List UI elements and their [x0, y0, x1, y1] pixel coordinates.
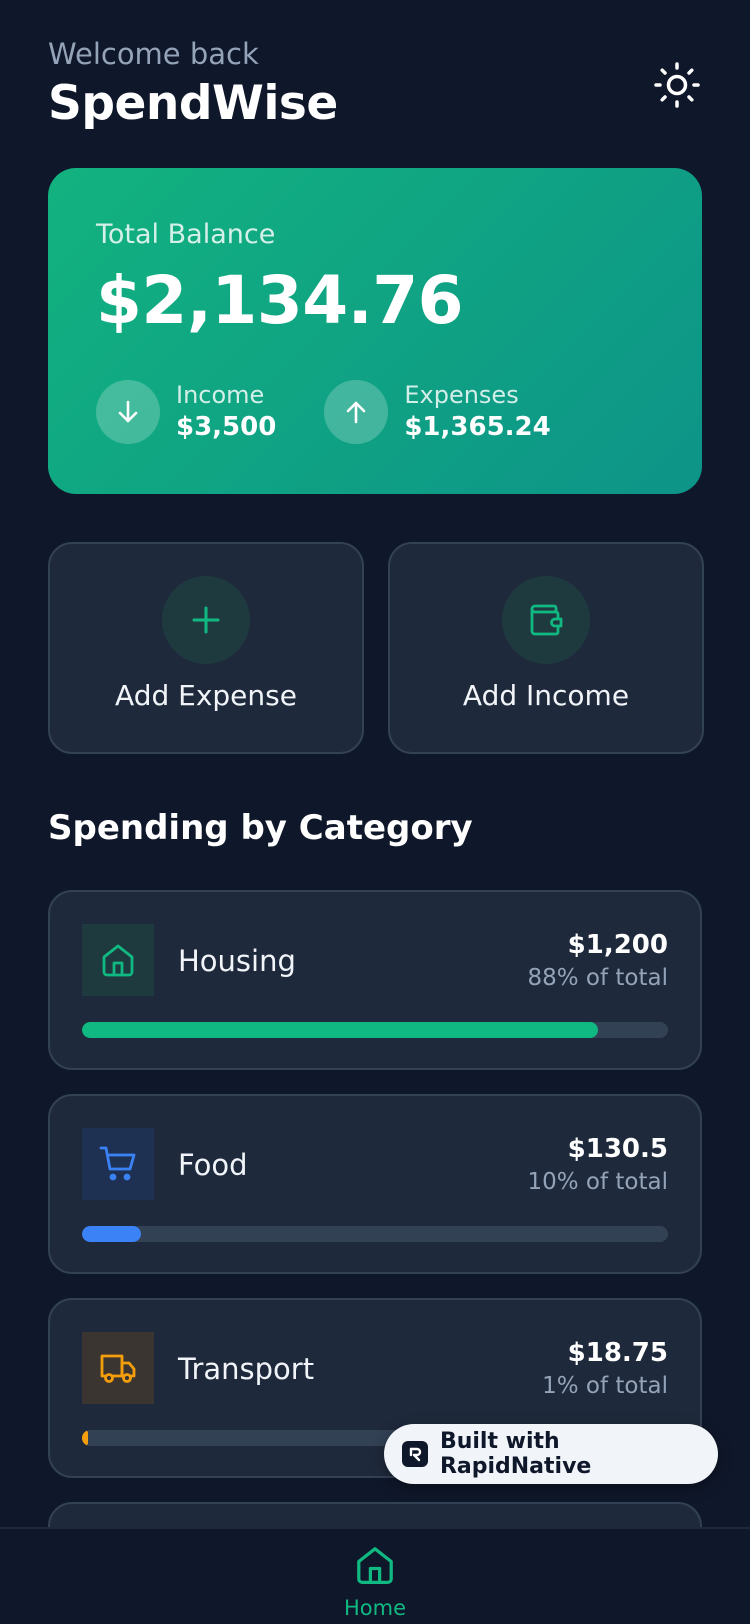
category-name: Transport: [178, 1352, 315, 1386]
category-icon-box: [82, 1332, 154, 1404]
category-progress-fill: [82, 1226, 141, 1242]
truck-icon: [100, 1354, 136, 1383]
tab-home[interactable]: Home: [325, 1543, 425, 1621]
home-icon: [357, 1547, 393, 1584]
spending-section-title: Spending by Category: [48, 808, 473, 848]
category-card-food[interactable]: Food $130.5 10% of total: [48, 1094, 702, 1274]
category-progress-fill: [82, 1430, 88, 1446]
category-icon-box: [82, 1128, 154, 1200]
expenses-label: Expenses: [404, 381, 519, 409]
add-income-button[interactable]: Add Income: [388, 542, 704, 754]
app-title: SpendWise: [48, 76, 338, 131]
add-expense-label: Add Expense: [115, 679, 297, 712]
balance-stats-row: Income $3,500 Expenses $1,365.24: [96, 380, 599, 444]
category-percent: 10% of total: [527, 1169, 668, 1195]
category-progress-track: [82, 1022, 668, 1038]
income-icon-circle: [96, 380, 160, 444]
plus-icon: [192, 606, 220, 634]
category-percent: 1% of total: [542, 1373, 668, 1399]
arrow-down-icon: [118, 400, 138, 423]
add-expense-button[interactable]: Add Expense: [48, 542, 364, 754]
add-expense-icon-circle: [162, 576, 250, 664]
app-screen: Welcome back SpendWise Total Balance $2,…: [0, 0, 750, 1624]
expenses-value: $1,365.24: [404, 412, 551, 442]
category-name: Food: [178, 1148, 248, 1182]
wallet-icon: [530, 604, 563, 636]
add-income-icon-circle: [502, 576, 590, 664]
tab-home-label: Home: [343, 1596, 406, 1620]
expenses-icon-circle: [324, 380, 389, 444]
sun-icon: [654, 62, 700, 108]
bottom-tab-bar: Home: [0, 1527, 750, 1624]
expenses-stat: Expenses $1,365.24: [324, 380, 551, 444]
balance-card: Total Balance $2,134.76 Income $3,500 Ex…: [48, 168, 702, 494]
category-progress-track: [82, 1226, 668, 1242]
category-progress-fill: [82, 1022, 598, 1038]
theme-toggle-button[interactable]: [652, 60, 702, 110]
rapidnative-logo-icon: [402, 1441, 428, 1467]
arrow-up-icon: [347, 401, 366, 424]
income-value: $3,500: [176, 412, 277, 442]
category-percent: 88% of total: [527, 965, 668, 991]
category-amount: $18.75: [567, 1338, 668, 1368]
balance-label: Total Balance: [96, 219, 276, 250]
badge-text: Built with RapidNative: [439, 1429, 592, 1479]
income-label: Income: [176, 381, 265, 409]
home-icon: [102, 944, 134, 977]
category-icon-box: [82, 924, 154, 996]
category-name: Housing: [178, 944, 296, 978]
rapidnative-badge[interactable]: Built with RapidNative: [384, 1424, 718, 1484]
income-stat: Income $3,500: [96, 380, 276, 444]
balance-amount: $2,134.76: [96, 262, 464, 339]
header: Welcome back SpendWise: [48, 36, 702, 136]
category-amount: $1,200: [567, 930, 668, 960]
shopping-cart-icon: [99, 1146, 136, 1181]
welcome-text: Welcome back: [48, 37, 259, 71]
category-card-housing[interactable]: Housing $1,200 88% of total: [48, 890, 702, 1070]
add-income-label: Add Income: [462, 679, 630, 712]
category-amount: $130.5: [567, 1134, 668, 1164]
